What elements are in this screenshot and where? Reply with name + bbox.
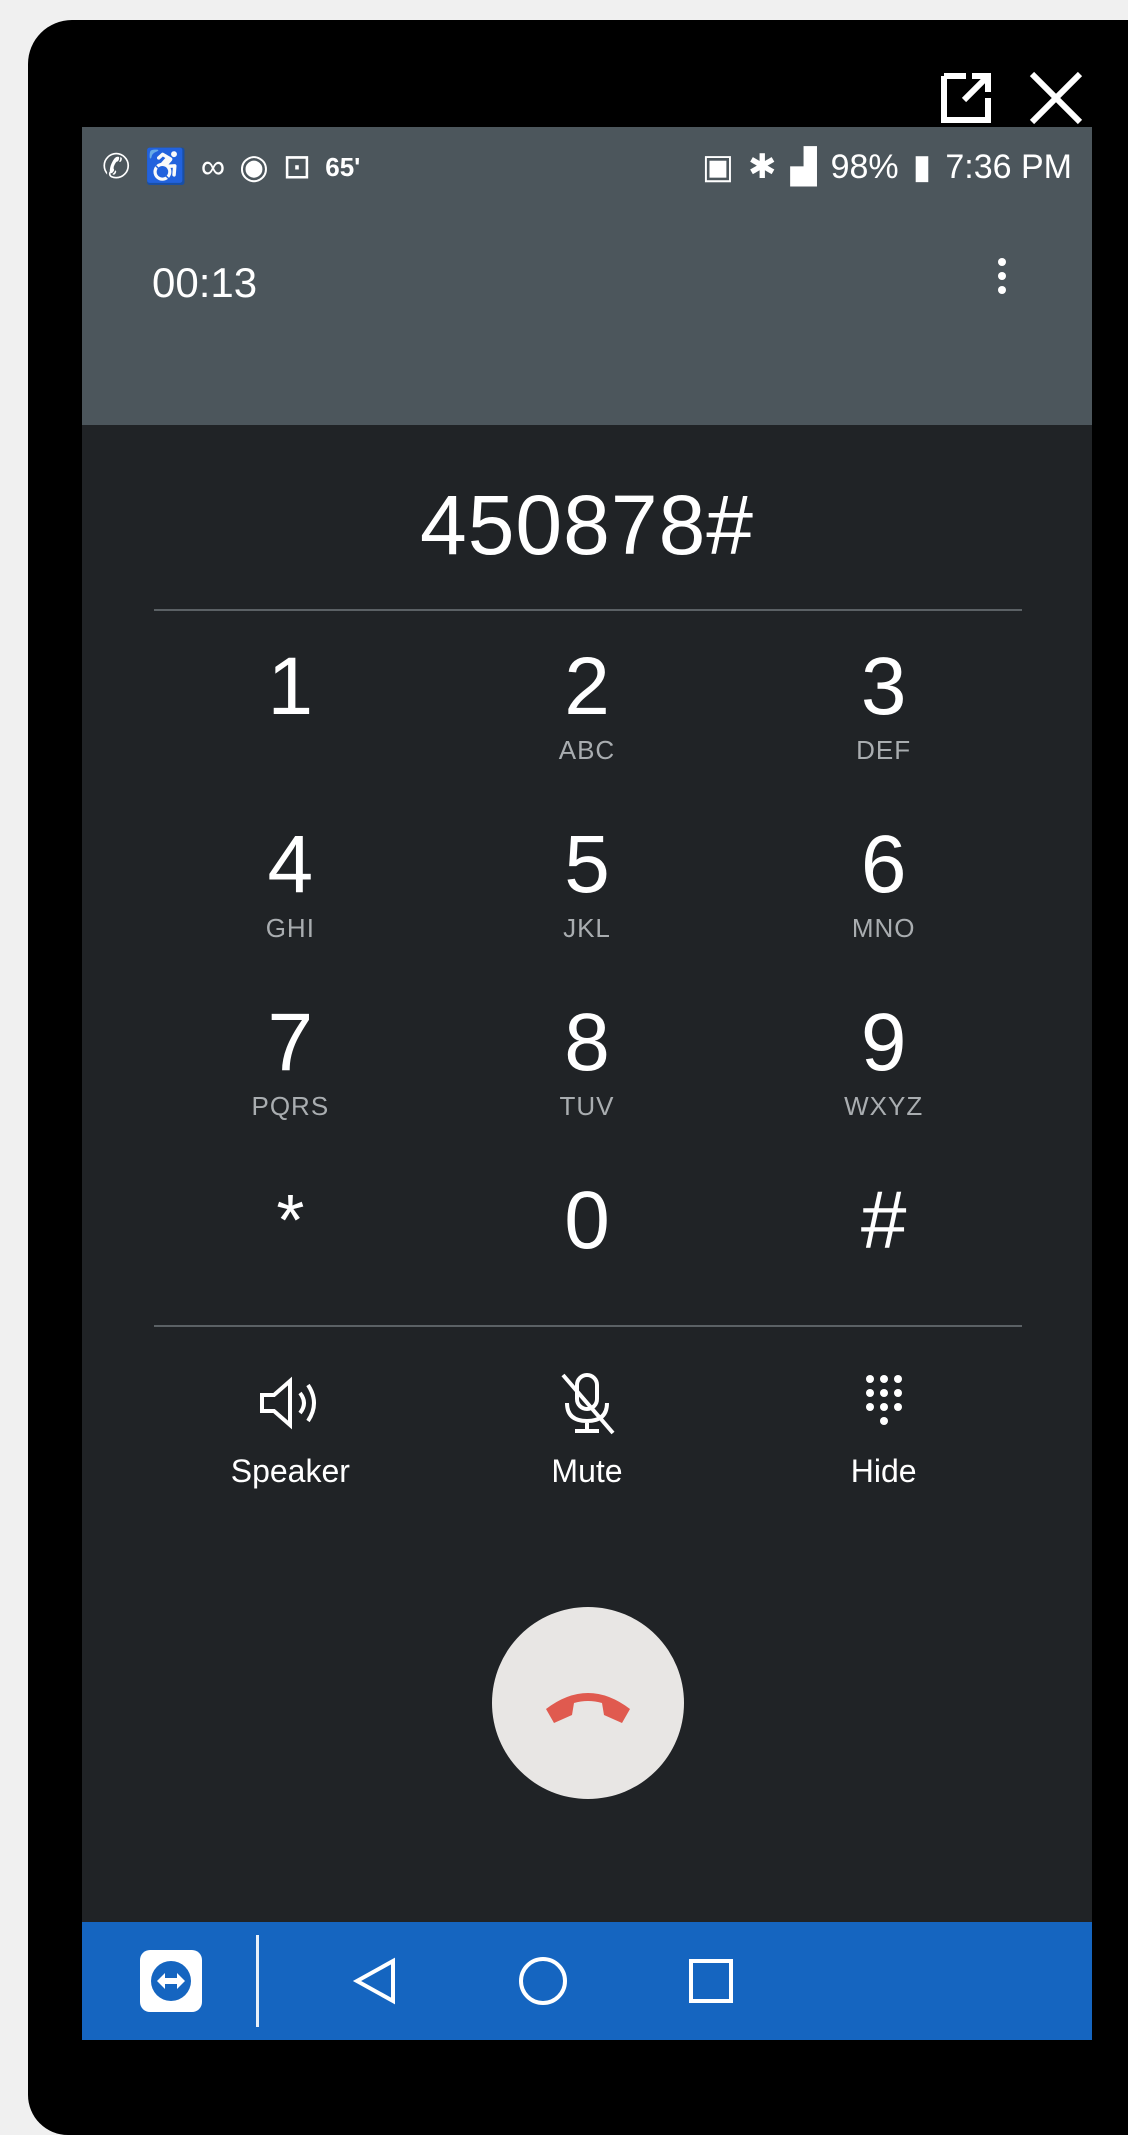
- key-star[interactable]: *: [142, 1171, 439, 1349]
- nav-bar: [82, 1922, 1092, 2040]
- nav-separator: [256, 1935, 259, 2027]
- key-letters: JKL: [563, 913, 611, 943]
- key-digit: 2: [564, 641, 610, 732]
- key-1[interactable]: 1: [142, 637, 439, 815]
- call-forward-icon: ✆: [102, 148, 131, 186]
- home-icon: [519, 1957, 567, 2005]
- status-bar: ✆ ♿ ∞ ◉ ⊡ 65' ▣ ✱ ▟ 98% ▮ 7:36 PM: [82, 127, 1092, 207]
- back-button[interactable]: [339, 1945, 411, 2017]
- recents-button[interactable]: [675, 1945, 747, 2017]
- battery-icon: ▮: [912, 148, 932, 186]
- eye-icon: ◉: [239, 148, 269, 186]
- open-external-icon[interactable]: [934, 66, 998, 130]
- key-4[interactable]: 4 GHI: [142, 815, 439, 993]
- signal-icon: ▟: [790, 148, 817, 186]
- key-digit: 3: [860, 641, 907, 732]
- key-8[interactable]: 8 TUV: [439, 993, 736, 1171]
- key-letters: GHI: [265, 913, 315, 943]
- key-digit: 5: [564, 819, 610, 910]
- back-icon: [352, 1957, 395, 2005]
- battery-percent: 98%: [830, 147, 899, 186]
- window-controls: [934, 66, 1088, 130]
- teamviewer-button[interactable]: [140, 1950, 202, 2012]
- teamviewer-icon: [151, 1961, 191, 2001]
- voicemail-icon: ∞: [200, 147, 226, 186]
- close-icon[interactable]: [1024, 66, 1088, 130]
- phone-screen: ✆ ♿ ∞ ◉ ⊡ 65' ▣ ✱ ▟ 98% ▮ 7:36 PM 00:13 …: [82, 127, 1092, 2040]
- key-7[interactable]: 7 PQRS: [142, 993, 439, 1171]
- key-2[interactable]: 2 ABC: [439, 637, 736, 815]
- end-call-button[interactable]: [492, 1607, 684, 1799]
- key-digit: 9: [860, 997, 907, 1088]
- key-digit: 1: [267, 641, 314, 732]
- bluetooth-icon: ✱: [747, 148, 777, 186]
- key-digit: 8: [564, 997, 610, 1088]
- dialpad: 1 2 ABC 3 DEF 4 GHI 5 JKL 6 MNO 7 PQRS 8 TUV 9W…: [82, 637, 1092, 1349]
- key-3[interactable]: 3 DEF: [735, 637, 1032, 815]
- accessibility-icon: ♿: [144, 148, 187, 186]
- key-letters: ABC: [558, 735, 616, 765]
- key-digit: *: [276, 1181, 305, 1261]
- hide-button[interactable]: Hide: [735, 1367, 1032, 1490]
- key-hash[interactable]: #: [735, 1171, 1032, 1349]
- dialed-number: 450878#: [419, 478, 755, 572]
- key-digit: 0: [564, 1175, 610, 1266]
- key-0[interactable]: 0: [439, 1171, 736, 1349]
- recents-icon: [689, 1959, 733, 2003]
- call-timer: 00:13: [152, 259, 258, 306]
- clock: 7:36 PM: [945, 147, 1072, 186]
- speaker-label: Speaker: [230, 1453, 350, 1489]
- speaker-icon: [260, 1376, 317, 1430]
- key-digit: #: [860, 1175, 907, 1266]
- mute-label: Mute: [551, 1453, 623, 1489]
- hide-label: Hide: [850, 1453, 917, 1489]
- key-letters: MNO: [851, 913, 916, 943]
- temperature: 65': [325, 151, 361, 182]
- end-call-icon: [546, 1693, 630, 1723]
- key-letters: WXYZ: [844, 1091, 924, 1121]
- mute-button[interactable]: Mute: [439, 1367, 736, 1490]
- dialpad-icon: [865, 1375, 902, 1425]
- key-9[interactable]: 9 WXYZ: [735, 993, 1032, 1171]
- key-digit: 6: [860, 819, 907, 910]
- status-right: ▣ ✱ ▟ 98% ▮ 7:36 PM: [702, 147, 1072, 187]
- divider-bottom: [154, 1325, 1022, 1327]
- teamviewer-icon: ⊡: [282, 148, 312, 186]
- overflow-menu-icon[interactable]: [992, 252, 1012, 312]
- home-button[interactable]: [507, 1945, 579, 2017]
- status-left: ✆ ♿ ∞ ◉ ⊡ 65': [102, 147, 360, 187]
- call-actions: Speaker Mute Hide: [82, 1367, 1092, 1490]
- mic-off-icon: [561, 1373, 615, 1435]
- key-digit: 4: [267, 819, 314, 910]
- key-5[interactable]: 5 JKL: [439, 815, 736, 993]
- key-letters: TUV: [559, 1091, 615, 1121]
- key-6[interactable]: 6 MNO: [735, 815, 1032, 993]
- call-header: 00:13: [82, 207, 1092, 425]
- divider-top: [154, 609, 1022, 611]
- key-letters: PQRS: [251, 1091, 330, 1121]
- cast-icon: ▣: [701, 148, 734, 186]
- key-digit: 7: [267, 997, 314, 1088]
- speaker-button[interactable]: Speaker: [142, 1367, 439, 1490]
- key-letters: DEF: [856, 735, 912, 765]
